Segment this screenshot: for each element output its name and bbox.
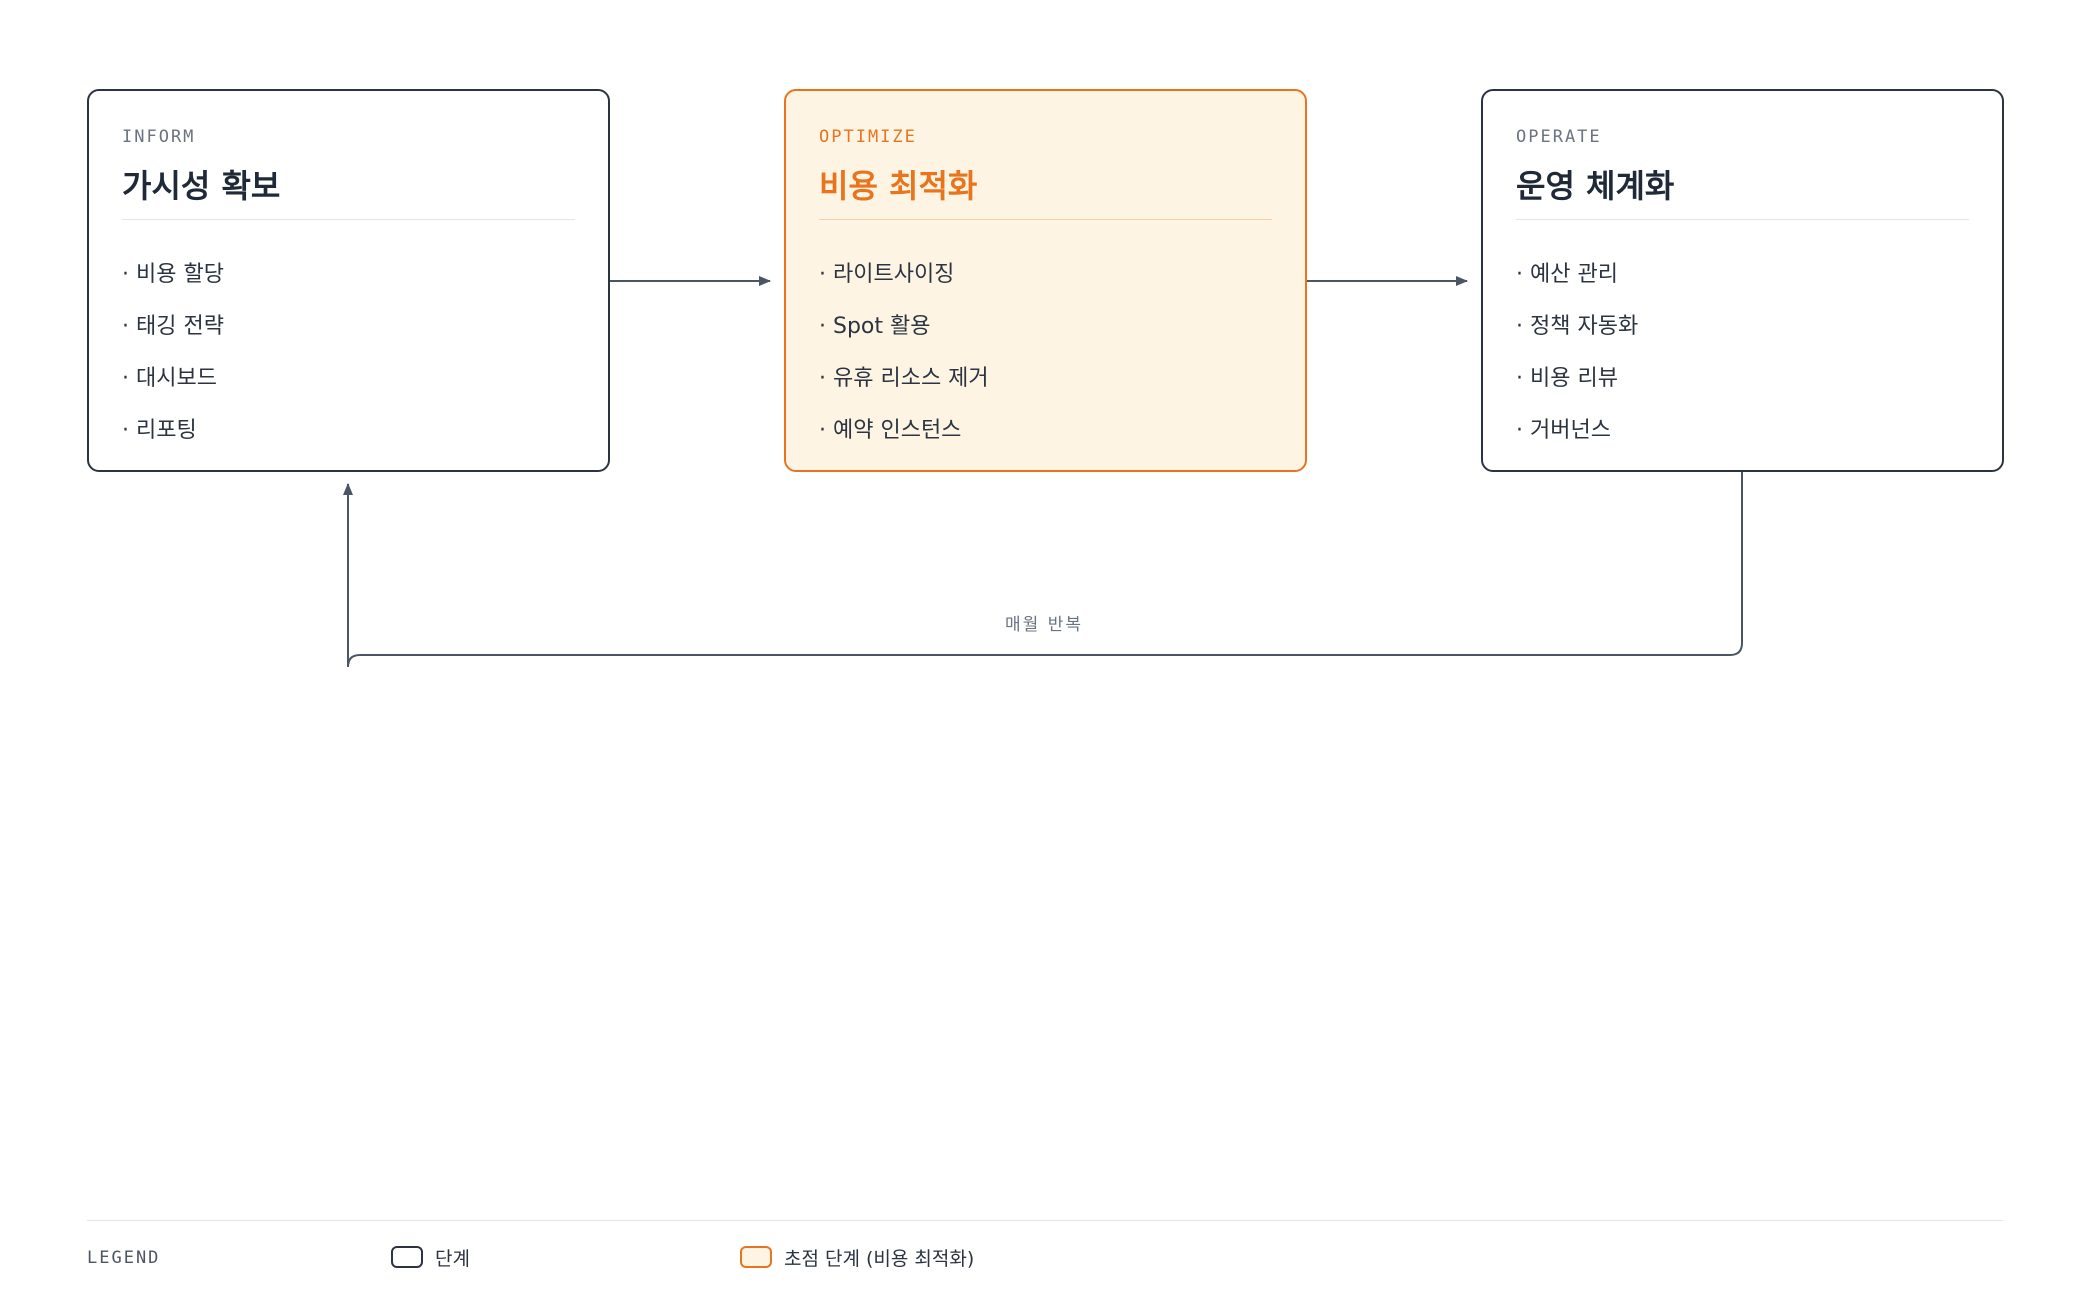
connector-layer (0, 276, 1743, 668)
arrow-feedback-loop (348, 472, 1743, 668)
legend-item-stage: 단계 (391, 1244, 470, 1270)
legend-divider (87, 1220, 2003, 1221)
legend-label: 단계 (435, 1247, 470, 1270)
legend-label: 초점 단계 (비용 최적화) (784, 1247, 975, 1270)
stage-swatch (391, 1246, 423, 1268)
focus-swatch (740, 1246, 772, 1268)
legend-title: LEGEND (87, 1248, 161, 1268)
legend-item-focus: 초점 단계 (비용 최적화) (740, 1244, 974, 1270)
loop-label: 매월 반복 (1005, 615, 1083, 635)
